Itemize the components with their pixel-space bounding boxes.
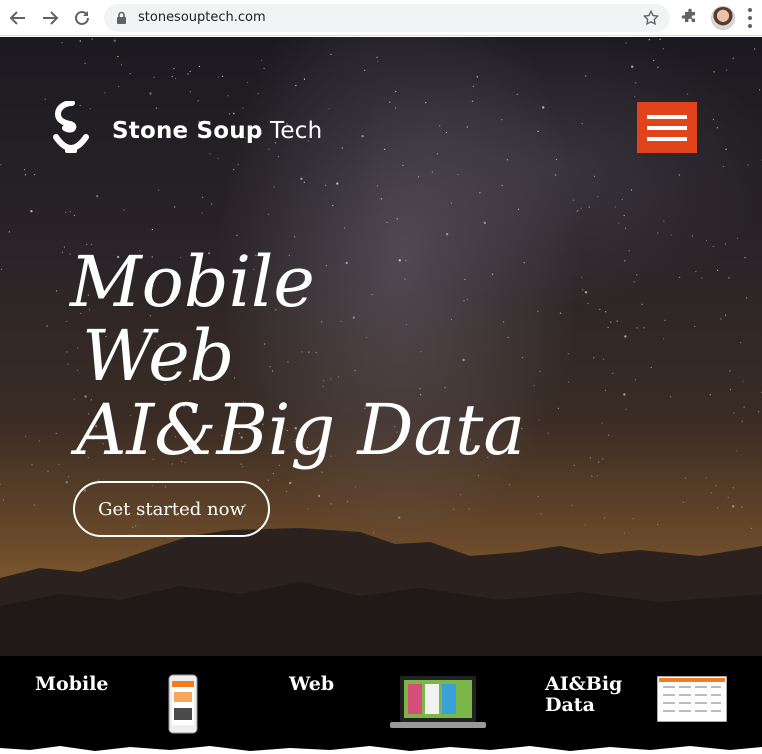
stone-soup-logo-icon: [53, 101, 89, 153]
service-ai-big-data-label[interactable]: AI&Big Data: [545, 674, 622, 716]
torn-edge-divider: [0, 746, 762, 754]
dashboard-screenshot[interactable]: [657, 676, 727, 722]
headline-line-mobile: Mobile: [70, 241, 315, 323]
laptop-screenshot[interactable]: [390, 674, 486, 730]
get-started-button[interactable]: Get started now: [73, 481, 270, 537]
headline-line-web: Web: [82, 315, 235, 397]
url-text[interactable]: stonesouptech.com: [138, 10, 266, 25]
more-menu-icon[interactable]: [748, 8, 752, 28]
forward-arrow-icon[interactable]: [38, 6, 62, 30]
reload-icon[interactable]: [70, 6, 94, 30]
hero-section: Stone Soup Tech Mobile Web AI&Big Data G…: [0, 37, 762, 656]
star-icon[interactable]: [642, 9, 660, 32]
extensions-icon[interactable]: [680, 7, 700, 32]
hamburger-menu-icon[interactable]: [637, 102, 697, 153]
brand-logo[interactable]: Stone Soup Tech: [50, 101, 322, 161]
service-mobile-label[interactable]: Mobile: [35, 674, 109, 695]
phone-screenshot[interactable]: [168, 674, 198, 734]
hero-headline: Mobile Web AI&Big Data: [70, 245, 525, 467]
lock-icon[interactable]: [116, 11, 127, 30]
address-bar[interactable]: stonesouptech.com: [104, 4, 670, 32]
services-strip: Mobile Web AI&Big Data: [0, 656, 762, 754]
browser-toolbar: stonesouptech.com: [0, 0, 762, 36]
headline-line-ai-big-data: AI&Big Data: [76, 389, 526, 471]
service-web-label[interactable]: Web: [289, 674, 334, 695]
profile-avatar[interactable]: [711, 6, 735, 30]
brand-name: Stone Soup Tech: [112, 118, 323, 144]
mountain-silhouette: [0, 528, 762, 656]
back-arrow-icon[interactable]: [6, 6, 30, 30]
